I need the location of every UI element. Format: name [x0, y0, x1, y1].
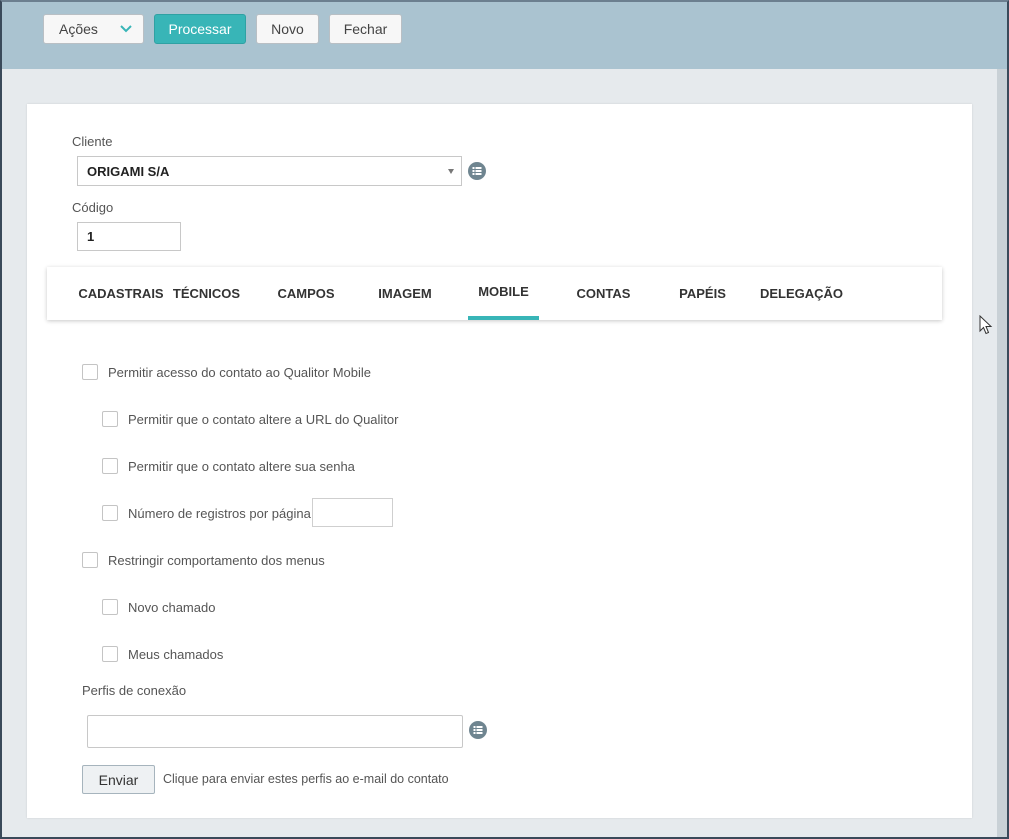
- list-icon[interactable]: [468, 162, 486, 180]
- alterar-senha-label: Permitir que o contato altere sua senha: [128, 458, 355, 474]
- num-registros-option: Número de registros por página: [102, 504, 311, 522]
- novo-chamado-checkbox[interactable]: [102, 599, 118, 615]
- codigo-label: Código: [72, 200, 114, 215]
- mouse-cursor-icon: [979, 315, 993, 335]
- num-registros-label: Número de registros por página: [128, 505, 311, 521]
- processar-button[interactable]: Processar: [154, 14, 246, 44]
- enviar-hint: Clique para enviar estes perfis ao e-mai…: [163, 772, 449, 786]
- meus-chamados-option: Meus chamados: [102, 645, 223, 663]
- alterar-senha-option: Permitir que o contato altere sua senha: [102, 457, 355, 475]
- novo-chamado-label: Novo chamado: [128, 599, 216, 615]
- form-panel: Cliente ORIGAMI S/A Código 1 CADASTRAIS …: [27, 104, 972, 818]
- acoes-label: Ações: [59, 21, 98, 37]
- enviar-button[interactable]: Enviar: [82, 765, 155, 794]
- novo-button[interactable]: Novo: [256, 14, 319, 44]
- codigo-value: 1: [87, 229, 95, 244]
- restringir-menus-option: Restringir comportamento dos menus: [82, 551, 325, 569]
- alterar-senha-checkbox[interactable]: [102, 458, 118, 474]
- caret-down-icon: [448, 169, 454, 174]
- perfis-label: Perfis de conexão: [82, 683, 187, 698]
- alterar-url-label: Permitir que o contato altere a URL do Q…: [128, 411, 399, 427]
- list-icon[interactable]: [469, 721, 487, 739]
- permitir-acesso-option: Permitir acesso do contato ao Qualitor M…: [82, 363, 371, 381]
- toolbar: Ações Processar Novo Fechar: [0, 0, 1009, 69]
- tab-imagem[interactable]: IMAGEM: [374, 267, 436, 320]
- permitir-acesso-checkbox[interactable]: [82, 364, 98, 380]
- tab-mobile[interactable]: MOBILE: [468, 267, 539, 320]
- tab-papeis[interactable]: PAPÉIS: [679, 267, 726, 320]
- meus-chamados-label: Meus chamados: [128, 646, 224, 662]
- perfis-input[interactable]: [87, 715, 463, 748]
- chevron-down-icon: [120, 25, 132, 33]
- vertical-scrollbar[interactable]: [997, 69, 1007, 837]
- tab-campos[interactable]: CAMPOS: [277, 267, 335, 320]
- cliente-select[interactable]: ORIGAMI S/A: [77, 156, 462, 186]
- num-registros-input[interactable]: [312, 498, 393, 527]
- tab-bar: CADASTRAIS TÉCNICOS CAMPOS IMAGEM MOBILE…: [47, 267, 942, 320]
- restringir-menus-checkbox[interactable]: [82, 552, 98, 568]
- meus-chamados-checkbox[interactable]: [102, 646, 118, 662]
- cliente-label: Cliente: [72, 134, 113, 149]
- num-registros-checkbox[interactable]: [102, 505, 118, 521]
- cliente-value: ORIGAMI S/A: [87, 163, 170, 179]
- tab-cadastrais[interactable]: CADASTRAIS: [67, 267, 175, 320]
- tab-delegacao[interactable]: DELEGAÇÃO: [760, 267, 843, 320]
- permitir-acesso-label: Permitir acesso do contato ao Qualitor M…: [108, 364, 372, 380]
- fechar-button[interactable]: Fechar: [329, 14, 402, 44]
- alterar-url-option: Permitir que o contato altere a URL do Q…: [102, 410, 399, 428]
- tab-tecnicos[interactable]: TÉCNICOS: [173, 267, 240, 320]
- novo-chamado-option: Novo chamado: [102, 598, 215, 616]
- codigo-input[interactable]: 1: [77, 222, 181, 251]
- restringir-menus-label: Restringir comportamento dos menus: [108, 552, 325, 568]
- acoes-dropdown[interactable]: Ações: [43, 14, 144, 44]
- tab-contas[interactable]: CONTAS: [577, 267, 631, 320]
- alterar-url-checkbox[interactable]: [102, 411, 118, 427]
